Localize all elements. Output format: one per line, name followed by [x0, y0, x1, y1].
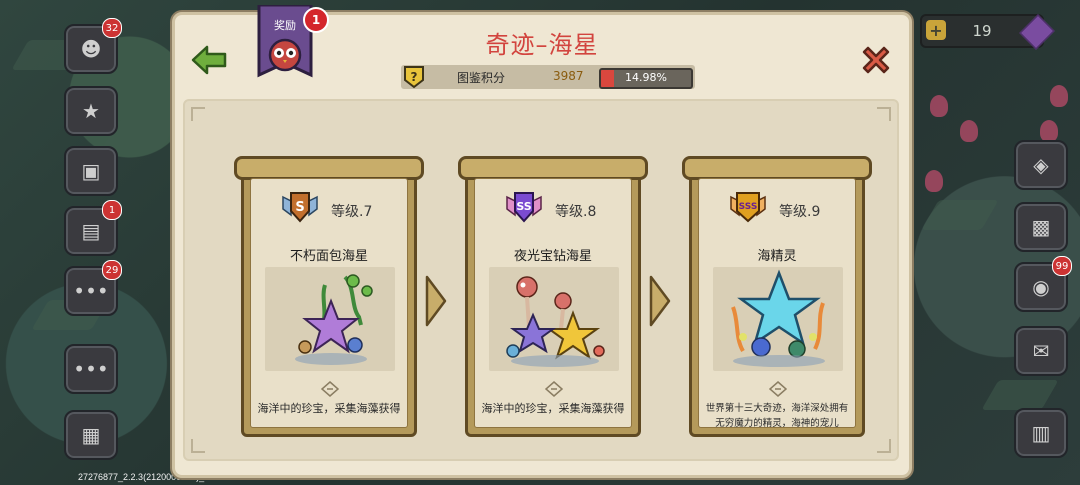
- side-menu-button-gift[interactable]: ▩: [1014, 202, 1068, 252]
- side-menu-button-character[interactable]: ☻ 32: [64, 18, 122, 74]
- egg-icon: ◉: [1032, 275, 1050, 299]
- character-icon: ☻: [80, 37, 102, 61]
- card-body: SS 等级.8 夜光宝钻海星 海洋中的珍宝，采集海藻获得: [474, 178, 632, 428]
- flower-gem: [930, 95, 948, 117]
- side-menu-button-book[interactable]: ▤ 1: [64, 200, 122, 256]
- score-progress-text: 14.98%: [625, 71, 667, 84]
- evolution-arrow-icon: [649, 275, 671, 327]
- flower-gem: [960, 120, 978, 142]
- starfish-illustration: [489, 267, 619, 371]
- score-value: 3987: [553, 69, 584, 83]
- card-top-frame: [682, 156, 872, 180]
- side-menu-button-favorites[interactable]: ★: [64, 86, 118, 136]
- currency-value: 19: [972, 22, 992, 40]
- sea-spirit-art: [731, 269, 825, 367]
- wonder-dialog: 奇迹–海星 奖励 1 ? 图鉴积分 3987 14.98% S 等级.7 不朽面…: [172, 3, 912, 478]
- side-badge: 29: [102, 260, 122, 280]
- side-badge: 1: [102, 200, 122, 220]
- close-icon: [862, 46, 890, 74]
- book-icon: ▤: [81, 219, 101, 243]
- panel-corner: [191, 439, 205, 453]
- side-menu-button-storage[interactable]: ▥: [1014, 408, 1068, 458]
- map-icon: ▦: [81, 423, 101, 447]
- wonder-card[interactable]: S 等级.7 不朽面包海星 海洋中的珍宝，采集海藻获得: [234, 156, 424, 437]
- side-menu-button-map[interactable]: ▦: [64, 410, 118, 460]
- starfish-illustration: [713, 267, 843, 371]
- chest-icon: ▣: [81, 159, 101, 183]
- side-badge: 32: [102, 18, 122, 38]
- evolution-arrow-icon: [425, 275, 447, 327]
- divider-ornament-icon: [545, 381, 563, 397]
- panel-corner: [877, 107, 891, 121]
- rank-text: S: [295, 200, 304, 215]
- star-icon: ★: [82, 99, 100, 123]
- wonder-card[interactable]: SSS 等级.9 海精灵 世界第十三大奇迹，海洋深处拥有无穷魔力的精灵，海神的宠…: [682, 156, 872, 437]
- side-menu-button-chest[interactable]: ▣: [64, 146, 118, 196]
- card-name: 夜光宝钻海星: [513, 249, 592, 264]
- card-name: 海精灵: [757, 249, 797, 264]
- side-menu-button-chat[interactable]: ••• 29: [64, 260, 122, 316]
- score-label: 图鉴积分: [457, 71, 506, 85]
- divider-ornament-icon: [321, 381, 339, 397]
- side-badge: 99: [1052, 256, 1072, 276]
- currency-counter[interactable]: + 19: [920, 14, 1055, 50]
- card-top-frame: [234, 156, 424, 180]
- mail-icon: ✉: [1032, 339, 1050, 363]
- rank-badge-sss-icon: SSS: [730, 192, 766, 223]
- card-top-frame: [458, 156, 648, 180]
- flower-gem: [1050, 85, 1068, 107]
- more-icon: •••: [73, 357, 109, 381]
- card-description: 海洋中的珍宝，采集海藻获得: [481, 402, 625, 415]
- card-level: 等级.7: [331, 204, 373, 220]
- map-tile: [921, 200, 999, 230]
- side-menu-button-quest[interactable]: ◈: [1014, 140, 1068, 190]
- side-menu-button-mail[interactable]: ✉: [1014, 326, 1068, 376]
- card-name: 不朽面包海星: [289, 249, 368, 264]
- starfish-illustration: [265, 267, 395, 371]
- panel-corner: [191, 107, 205, 121]
- luminous-starfish-art: [506, 276, 605, 367]
- card-description: 世界第十三大奇迹，海洋深处拥有无穷魔力的精灵，海神的宠儿: [705, 403, 849, 429]
- close-button[interactable]: [857, 41, 895, 79]
- bread-starfish-art: [295, 274, 373, 365]
- rank-text: SS: [516, 200, 531, 213]
- card-description: 海洋中的珍宝，采集海藻获得: [257, 402, 401, 415]
- side-menu-button-egg[interactable]: ◉ 99: [1014, 256, 1072, 312]
- back-arrow-icon: [191, 45, 227, 75]
- score-progress-bar: 14.98%: [599, 68, 693, 89]
- add-currency-icon[interactable]: +: [926, 20, 946, 40]
- card-level: 等级.9: [779, 204, 821, 220]
- back-button[interactable]: [189, 43, 229, 77]
- wonder-card[interactable]: SS 等级.8 夜光宝钻海星 海洋中的珍宝，采集海藻获得: [458, 156, 648, 437]
- divider-ornament-icon: [769, 381, 787, 397]
- question-shield-icon: ?: [404, 66, 424, 89]
- gift-icon: ▩: [1031, 215, 1051, 239]
- card-level: 等级.8: [555, 204, 597, 220]
- quest-icon: ◈: [1033, 153, 1049, 177]
- card-body: S 等级.7 不朽面包海星 海洋中的珍宝，采集海藻获得: [250, 178, 408, 428]
- svg-text:?: ?: [411, 70, 418, 84]
- chat-icon: •••: [73, 279, 109, 303]
- panel-corner: [877, 439, 891, 453]
- map-tile: [981, 380, 1059, 410]
- wonder-evolution-panel: S 等级.7 不朽面包海星 海洋中的珍宝，采集海藻获得 SS 等级.8 夜光宝钻…: [183, 99, 899, 461]
- flower-gem: [925, 170, 943, 192]
- reward-notification-badge: 1: [303, 7, 329, 33]
- rank-badge-ss-icon: SS: [506, 192, 542, 223]
- flower-gem: [1040, 120, 1058, 142]
- storage-icon: ▥: [1031, 421, 1051, 445]
- card-body: SSS 等级.9 海精灵 世界第十三大奇迹，海洋深处拥有无穷魔力的精灵，海神的宠…: [698, 178, 856, 429]
- rank-badge-s-icon: S: [282, 192, 318, 223]
- side-menu-button-more[interactable]: •••: [64, 344, 118, 394]
- rank-text: SSS: [739, 202, 758, 212]
- collection-score-bar: ? 图鉴积分 3987 14.98%: [401, 65, 695, 89]
